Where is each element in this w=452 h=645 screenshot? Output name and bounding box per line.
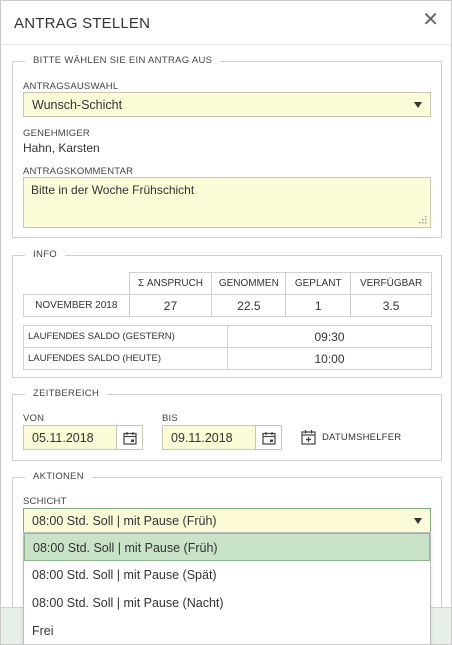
antragskommentar-value: Bitte in der Woche Frühschicht	[31, 183, 195, 197]
antragskommentar-label: ANTRAGSKOMMENTAR	[23, 166, 134, 177]
info-col-header: GEPLANT	[285, 272, 352, 295]
calendar-icon[interactable]	[255, 426, 281, 449]
antragsauswahl-select[interactable]: Wunsch-Schicht	[23, 92, 431, 117]
caret-down-icon	[414, 102, 422, 108]
calendar-plus-icon	[301, 430, 316, 445]
info-legend: INFO	[25, 249, 65, 260]
genehmiger-label: GENEHMIGER	[23, 128, 90, 139]
antragsauswahl-value: Wunsch-Schicht	[32, 98, 123, 112]
info-data-row: NOVEMBER 2018 27 22.5 1 3.5	[23, 294, 432, 317]
schicht-dropdown-list: 08:00 Std. Soll | mit Pause (Früh) 08:00…	[23, 532, 431, 644]
schicht-label: SCHICHT	[23, 496, 67, 507]
genehmiger-value: Hahn, Karsten	[23, 141, 100, 155]
resize-grip-icon[interactable]	[418, 215, 427, 224]
schicht-option-frueh[interactable]: 08:00 Std. Soll | mit Pause (Früh)	[24, 533, 430, 561]
schicht-option-frei[interactable]: Frei	[24, 617, 430, 644]
info-header-row: Σ ANSPRUCH GENOMMEN GEPLANT VERFÜGBAR	[23, 272, 432, 295]
saldo-value: 10:00	[227, 347, 432, 370]
zeitbereich-section: ZEITBEREICH VON 05.11.2018 BIS 09.11.201…	[12, 388, 442, 461]
info-col-header: GENOMMEN	[211, 272, 287, 295]
info-row-label: NOVEMBER 2018	[23, 294, 130, 317]
datumshelfer-button[interactable]: DATUMSHELFER	[301, 429, 401, 445]
von-date-value: 05.11.2018	[32, 431, 94, 445]
antragsauswahl-label: ANTRAGSAUSWAHL	[23, 81, 119, 92]
aktionen-legend: AKTIONEN	[25, 471, 92, 482]
von-label: VON	[23, 413, 45, 424]
antrag-section: BITTE WÄHLEN SIE EIN ANTRAG AUS ANTRAGSA…	[12, 55, 442, 238]
saldo-table: LAUFENDES SALDO (GESTERN) 09:30 LAUFENDE…	[23, 325, 432, 370]
caret-down-icon	[414, 518, 422, 524]
info-cell: 3.5	[350, 294, 432, 317]
calendar-icon[interactable]	[116, 426, 142, 449]
schicht-select[interactable]: 08:00 Std. Soll | mit Pause (Früh)	[23, 508, 431, 533]
saldo-label: LAUFENDES SALDO (HEUTE)	[23, 347, 228, 370]
saldo-row: LAUFENDES SALDO (GESTERN) 09:30	[23, 325, 432, 348]
dialog-title: ANTRAG STELLEN	[14, 15, 151, 32]
von-date-input[interactable]: 05.11.2018	[23, 425, 143, 450]
datumshelfer-label: DATUMSHELFER	[322, 431, 402, 443]
antrag-legend: BITTE WÄHLEN SIE EIN ANTRAG AUS	[25, 55, 221, 66]
schicht-option-nacht[interactable]: 08:00 Std. Soll | mit Pause (Nacht)	[24, 589, 430, 617]
info-table: Σ ANSPRUCH GENOMMEN GEPLANT VERFÜGBAR NO…	[23, 272, 432, 317]
info-section: INFO Σ ANSPRUCH GENOMMEN GEPLANT VERFÜGB…	[12, 249, 442, 378]
dialog-header: ANTRAG STELLEN ✕	[1, 1, 451, 45]
bis-date-input[interactable]: 09.11.2018	[162, 425, 282, 450]
close-icon[interactable]: ✕	[422, 10, 439, 30]
schicht-value: 08:00 Std. Soll | mit Pause (Früh)	[32, 514, 217, 528]
info-cell: 22.5	[211, 294, 287, 317]
info-corner-cell	[23, 272, 130, 295]
info-cell: 1	[285, 294, 352, 317]
antragskommentar-textarea[interactable]: Bitte in der Woche Frühschicht	[23, 177, 431, 228]
zeitbereich-legend: ZEITBEREICH	[25, 388, 108, 399]
saldo-label: LAUFENDES SALDO (GESTERN)	[23, 325, 228, 348]
bis-date-value: 09.11.2018	[171, 431, 233, 445]
schicht-option-spaet[interactable]: 08:00 Std. Soll | mit Pause (Spät)	[24, 561, 430, 589]
saldo-value: 09:30	[227, 325, 432, 348]
saldo-row: LAUFENDES SALDO (HEUTE) 10:00	[23, 347, 432, 370]
info-cell: 27	[128, 294, 213, 317]
antrag-dialog: ANTRAG STELLEN ✕ BITTE WÄHLEN SIE EIN AN…	[0, 0, 452, 645]
bis-label: BIS	[162, 413, 178, 424]
info-col-header: Σ ANSPRUCH	[128, 272, 213, 295]
info-col-header: VERFÜGBAR	[350, 272, 432, 295]
